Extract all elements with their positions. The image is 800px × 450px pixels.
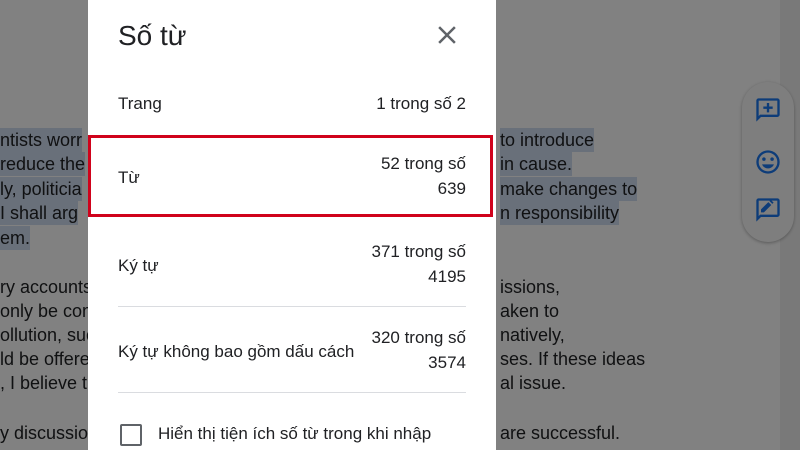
close-icon <box>438 26 456 44</box>
close-button[interactable] <box>432 20 462 50</box>
stat-label: Ký tự <box>118 256 159 275</box>
stat-row-characters: Ký tự 371 trong số 4195 <box>118 240 466 290</box>
screen: ntists worr reduce the ly, politicia I s… <box>0 0 800 450</box>
highlight-annotation <box>88 135 493 217</box>
dialog-title: Số từ <box>118 20 187 51</box>
stat-row-pages: Trang 1 trong số 2 <box>118 92 466 116</box>
stat-value-line1: 320 trong số <box>371 328 466 347</box>
stat-row-characters-no-spaces: Ký tự không bao gồm dấu cách 320 trong s… <box>118 326 466 376</box>
word-count-dialog: Số từ Trang 1 trong số 2 Từ 52 trong số … <box>88 0 496 450</box>
divider <box>118 392 466 393</box>
stat-value-line2: 4195 <box>428 267 466 286</box>
show-word-count-checkbox[interactable] <box>120 424 142 446</box>
divider <box>118 306 466 307</box>
stat-value-line1: 371 trong số <box>371 242 466 261</box>
stat-label: Ký tự không bao gồm dấu cách <box>118 342 355 361</box>
checkbox-label: Hiển thị tiện ích số từ trong khi nhập <box>158 424 432 443</box>
stat-label: Trang <box>118 94 162 113</box>
stat-value-line2: 3574 <box>428 353 466 372</box>
show-word-count-option[interactable]: Hiển thị tiện ích số từ trong khi nhập <box>118 420 478 450</box>
stat-value: 1 trong số 2 <box>376 94 466 113</box>
